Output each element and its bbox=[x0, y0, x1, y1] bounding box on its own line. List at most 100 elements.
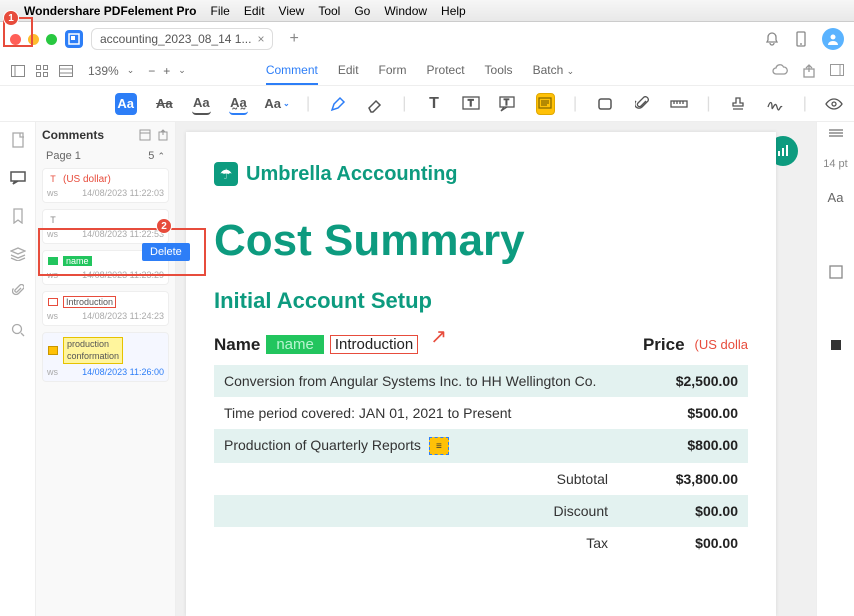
search-icon[interactable] bbox=[8, 320, 28, 340]
left-sidebar bbox=[0, 122, 36, 616]
panel-left-icon[interactable] bbox=[10, 63, 26, 79]
attachment-tool[interactable] bbox=[632, 93, 651, 115]
font-aa-icon[interactable]: Aa bbox=[828, 190, 844, 205]
comment-item-selected[interactable]: productionconformation ws14/08/2023 11:2… bbox=[42, 332, 169, 382]
underline-tool[interactable]: Aa bbox=[192, 93, 211, 115]
square-outline-icon[interactable] bbox=[829, 265, 843, 279]
table-row: Production of Quarterly Reports≡$800.00 bbox=[214, 429, 748, 463]
menu-tool[interactable]: Tool bbox=[318, 4, 340, 18]
attachments-icon[interactable] bbox=[8, 282, 28, 302]
table-row: Conversion from Angular Systems Inc. to … bbox=[214, 365, 748, 397]
user-avatar[interactable] bbox=[822, 28, 844, 50]
note-comment-icon bbox=[47, 345, 59, 357]
menu-help[interactable]: Help bbox=[441, 4, 466, 18]
measure-tool[interactable] bbox=[669, 93, 688, 115]
table-row: Subtotal$3,800.00 bbox=[214, 463, 748, 495]
main-toolbar: 139% ⌄ − + ⌄ Comment Edit Form Protect T… bbox=[0, 56, 854, 86]
box-comment-icon bbox=[47, 296, 59, 308]
tab-comment[interactable]: Comment bbox=[266, 57, 318, 85]
highlight-comment-icon bbox=[47, 255, 59, 267]
comments-panel: Comments Page 1 5 ⌃ T(US dollar) ws14/08… bbox=[36, 122, 176, 616]
menu-view[interactable]: View bbox=[279, 4, 305, 18]
callout-tool[interactable]: T bbox=[499, 93, 518, 115]
layers-icon[interactable] bbox=[8, 244, 28, 264]
text-comment-icon: T bbox=[47, 214, 59, 226]
tab-batch[interactable]: Batch ⌄ bbox=[533, 57, 575, 85]
minimize-window[interactable] bbox=[28, 34, 39, 45]
font-size-label[interactable]: 14 pt bbox=[823, 158, 847, 170]
eraser-tool[interactable] bbox=[365, 93, 384, 115]
zoom-level[interactable]: 139% bbox=[88, 64, 119, 78]
comment-toolbar: Aa Aa Aa A̰a̰ Aa⌄ | | T T T | | | bbox=[0, 86, 854, 122]
lines-icon[interactable] bbox=[828, 128, 844, 138]
square-fill-icon[interactable] bbox=[830, 339, 842, 351]
bookmarks-icon[interactable] bbox=[8, 206, 28, 226]
comments-panel-icon[interactable] bbox=[8, 168, 28, 188]
caret-tool[interactable]: Aa⌄ bbox=[266, 93, 288, 115]
grid-icon[interactable] bbox=[34, 63, 50, 79]
tab-protect[interactable]: Protect bbox=[427, 57, 465, 85]
arrow-annotation[interactable]: ↗ bbox=[430, 324, 447, 349]
comments-title: Comments bbox=[42, 128, 104, 142]
filter-icon[interactable] bbox=[139, 129, 151, 141]
table-row: Discount$00.00 bbox=[214, 495, 748, 527]
text-comment-icon: T bbox=[47, 173, 59, 185]
zoom-out-button[interactable]: − bbox=[148, 64, 155, 78]
menu-file[interactable]: File bbox=[211, 4, 230, 18]
comment-item[interactable]: T ws14/08/2023 11:22:53 bbox=[42, 209, 169, 244]
table-row: Time period covered: JAN 01, 2021 to Pre… bbox=[214, 397, 748, 429]
squiggly-tool[interactable]: A̰a̰ bbox=[229, 93, 248, 115]
comment-item[interactable]: T(US dollar) ws14/08/2023 11:22:03 bbox=[42, 168, 169, 203]
svg-text:T: T bbox=[468, 98, 474, 108]
comment-item[interactable]: Introduction ws14/08/2023 11:24:23 bbox=[42, 291, 169, 326]
marker-tool[interactable] bbox=[328, 93, 347, 115]
chevron-down-icon[interactable]: ⌄ bbox=[127, 65, 135, 76]
right-sidebar: 14 pt Aa bbox=[816, 122, 854, 616]
list-icon[interactable] bbox=[58, 63, 74, 79]
tab-title: accounting_2023_08_14 1... bbox=[100, 32, 251, 46]
app-icon bbox=[65, 30, 83, 48]
name-highlight-annotation[interactable]: name bbox=[266, 335, 324, 354]
sticky-note-annotation[interactable]: ≡ bbox=[429, 437, 449, 455]
panel-right-icon[interactable] bbox=[830, 64, 844, 78]
us-dollar-annotation[interactable]: (US dolla bbox=[695, 337, 748, 352]
menu-edit[interactable]: Edit bbox=[244, 4, 265, 18]
sticky-note-tool[interactable] bbox=[536, 93, 555, 115]
annotation-callout-2: 2 bbox=[156, 218, 172, 234]
signature-tool[interactable] bbox=[766, 93, 785, 115]
strikethrough-tool[interactable]: Aa bbox=[155, 93, 174, 115]
highlight-tool[interactable]: Aa bbox=[115, 93, 137, 115]
share-icon[interactable] bbox=[802, 64, 816, 78]
thumbnails-icon[interactable] bbox=[8, 130, 28, 150]
tab-edit[interactable]: Edit bbox=[338, 57, 359, 85]
close-window[interactable] bbox=[10, 34, 21, 45]
introduction-box-annotation[interactable]: Introduction bbox=[330, 335, 418, 354]
close-tab-icon[interactable]: × bbox=[257, 32, 264, 46]
new-tab-button[interactable]: + bbox=[281, 30, 306, 48]
hide-annotations-tool[interactable] bbox=[825, 93, 844, 115]
textbox-tool[interactable]: T bbox=[462, 93, 481, 115]
svg-text:T: T bbox=[504, 98, 509, 107]
delete-context-menu[interactable]: Delete bbox=[142, 243, 190, 261]
zoom-window[interactable] bbox=[46, 34, 57, 45]
phone-icon[interactable] bbox=[794, 31, 808, 47]
text-tool[interactable]: T bbox=[424, 93, 443, 115]
zoom-in-button[interactable]: + bbox=[163, 64, 170, 78]
table-row: Tax$00.00 bbox=[214, 527, 748, 559]
page-label: Page 1 bbox=[46, 150, 81, 162]
cloud-icon[interactable] bbox=[772, 64, 788, 78]
document-viewport[interactable]: ☂ Umbrella Acccounting Cost Summary Init… bbox=[176, 122, 816, 616]
tab-form[interactable]: Form bbox=[379, 57, 407, 85]
menu-window[interactable]: Window bbox=[384, 4, 427, 18]
stamp-tool[interactable] bbox=[729, 93, 748, 115]
pdf-page: ☂ Umbrella Acccounting Cost Summary Init… bbox=[186, 132, 776, 616]
app-name[interactable]: Wondershare PDFelement Pro bbox=[24, 4, 197, 18]
tab-tools[interactable]: Tools bbox=[485, 57, 513, 85]
chevron-down-icon[interactable]: ⌄ bbox=[178, 65, 186, 76]
rectangle-tool[interactable] bbox=[595, 93, 614, 115]
document-tab[interactable]: accounting_2023_08_14 1... × bbox=[91, 28, 273, 50]
mac-menubar: Wondershare PDFelement Pro File Edit Vie… bbox=[0, 0, 854, 22]
bell-icon[interactable] bbox=[764, 31, 780, 47]
menu-go[interactable]: Go bbox=[354, 4, 370, 18]
export-icon[interactable] bbox=[157, 129, 169, 141]
